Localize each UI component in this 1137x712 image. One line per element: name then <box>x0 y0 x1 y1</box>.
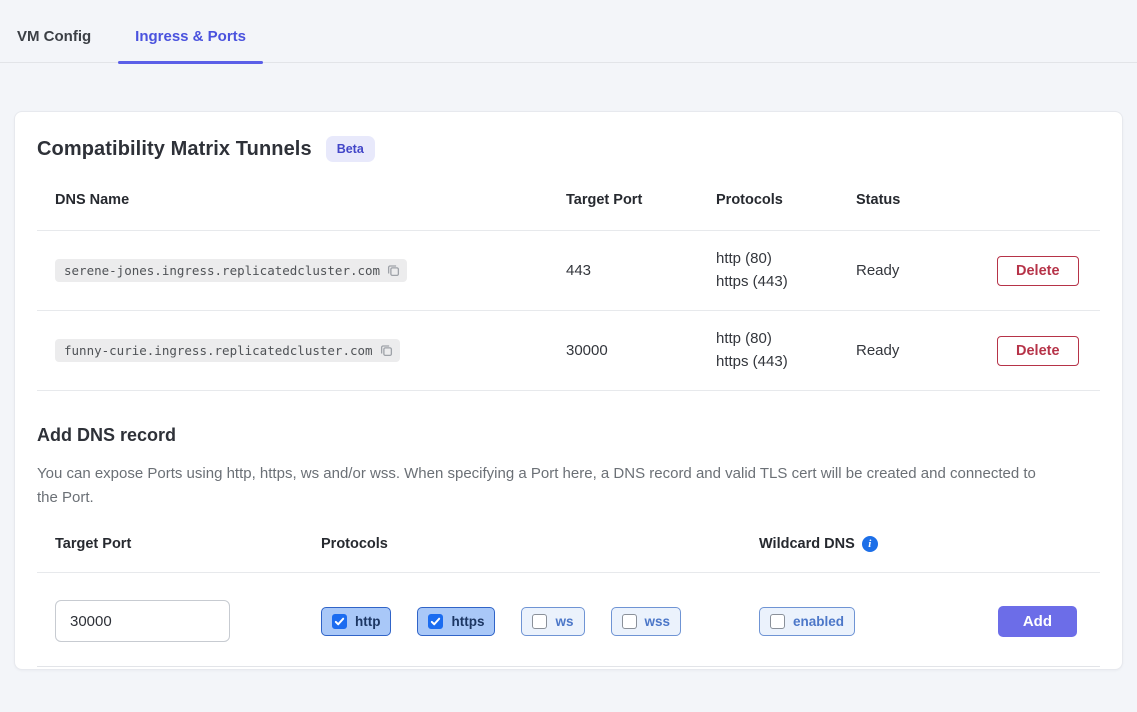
bottom-divider <box>37 666 1100 667</box>
form-label-target-port: Target Port <box>55 536 321 552</box>
add-dns-section: Add DNS record You can expose Ports usin… <box>37 425 1100 667</box>
target-port-input[interactable] <box>55 600 230 642</box>
protocol-line: https (443) <box>716 273 856 292</box>
add-dns-title: Add DNS record <box>37 425 1100 446</box>
info-icon[interactable]: i <box>862 536 878 552</box>
add-dns-description: You can expose Ports using http, https, … <box>37 462 1049 510</box>
wildcard-enabled-checkbox[interactable]: enabled <box>759 607 855 636</box>
target-port-value: 443 <box>566 262 716 279</box>
protocol-checkbox-ws[interactable]: ws <box>521 607 584 636</box>
status-value: Ready <box>856 262 997 279</box>
card-title: Compatibility Matrix Tunnels <box>37 138 312 161</box>
protocol-line: http (80) <box>716 250 856 269</box>
copy-icon[interactable] <box>386 263 401 278</box>
checkbox-label: wss <box>645 614 671 629</box>
col-header-dns-name: DNS Name <box>55 192 566 208</box>
protocol-checkbox-wss[interactable]: wss <box>611 607 682 636</box>
checkbox-label: https <box>451 614 484 629</box>
copy-icon[interactable] <box>379 343 394 358</box>
tab-bar: VM Config Ingress & Ports <box>0 20 1137 63</box>
col-header-target-port: Target Port <box>566 192 716 208</box>
add-dns-form-row: http https ws <box>37 600 1100 642</box>
checkbox-icon <box>770 614 785 629</box>
checkbox-icon <box>622 614 637 629</box>
status-value: Ready <box>856 342 997 359</box>
beta-badge: Beta <box>326 136 375 162</box>
protocols-cell: http (80) https (443) <box>716 250 856 292</box>
tab-vm-config[interactable]: VM Config <box>0 20 108 62</box>
checkbox-icon <box>332 614 347 629</box>
protocol-line: http (80) <box>716 330 856 349</box>
tunnels-card: Compatibility Matrix Tunnels Beta DNS Na… <box>14 111 1123 670</box>
delete-button[interactable]: Delete <box>997 336 1079 366</box>
protocol-checkbox-group: http https ws <box>321 607 759 636</box>
form-label-wildcard-dns: Wildcard DNS <box>759 536 855 552</box>
table-row: serene-jones.ingress.replicatedcluster.c… <box>37 231 1100 311</box>
table-row: funny-curie.ingress.replicatedcluster.co… <box>37 311 1100 391</box>
dns-name-pill: serene-jones.ingress.replicatedcluster.c… <box>55 259 407 282</box>
dns-name-text: funny-curie.ingress.replicatedcluster.co… <box>64 343 373 358</box>
protocol-line: https (443) <box>716 353 856 372</box>
table-header-row: DNS Name Target Port Protocols Status <box>37 184 1100 231</box>
protocol-checkbox-https[interactable]: https <box>417 607 495 636</box>
page: VM Config Ingress & Ports Compatibility … <box>0 20 1137 670</box>
checkbox-label: ws <box>555 614 573 629</box>
form-label-protocols: Protocols <box>321 536 759 552</box>
tunnels-table: DNS Name Target Port Protocols Status se… <box>37 184 1100 391</box>
dns-name-text: serene-jones.ingress.replicatedcluster.c… <box>64 263 380 278</box>
delete-button[interactable]: Delete <box>997 256 1079 286</box>
dns-name-pill: funny-curie.ingress.replicatedcluster.co… <box>55 339 400 362</box>
card-header: Compatibility Matrix Tunnels Beta <box>37 136 1100 162</box>
checkbox-label: http <box>355 614 380 629</box>
protocol-checkbox-http[interactable]: http <box>321 607 391 636</box>
form-header-row: Target Port Protocols Wildcard DNS i <box>37 536 1100 573</box>
checkbox-icon <box>428 614 443 629</box>
protocols-cell: http (80) https (443) <box>716 330 856 372</box>
col-header-protocols: Protocols <box>716 192 856 208</box>
target-port-value: 30000 <box>566 342 716 359</box>
add-button[interactable]: Add <box>998 606 1077 637</box>
checkbox-icon <box>532 614 547 629</box>
col-header-status: Status <box>856 192 997 208</box>
checkbox-label: enabled <box>793 614 844 629</box>
tab-ingress-ports[interactable]: Ingress & Ports <box>118 20 263 62</box>
